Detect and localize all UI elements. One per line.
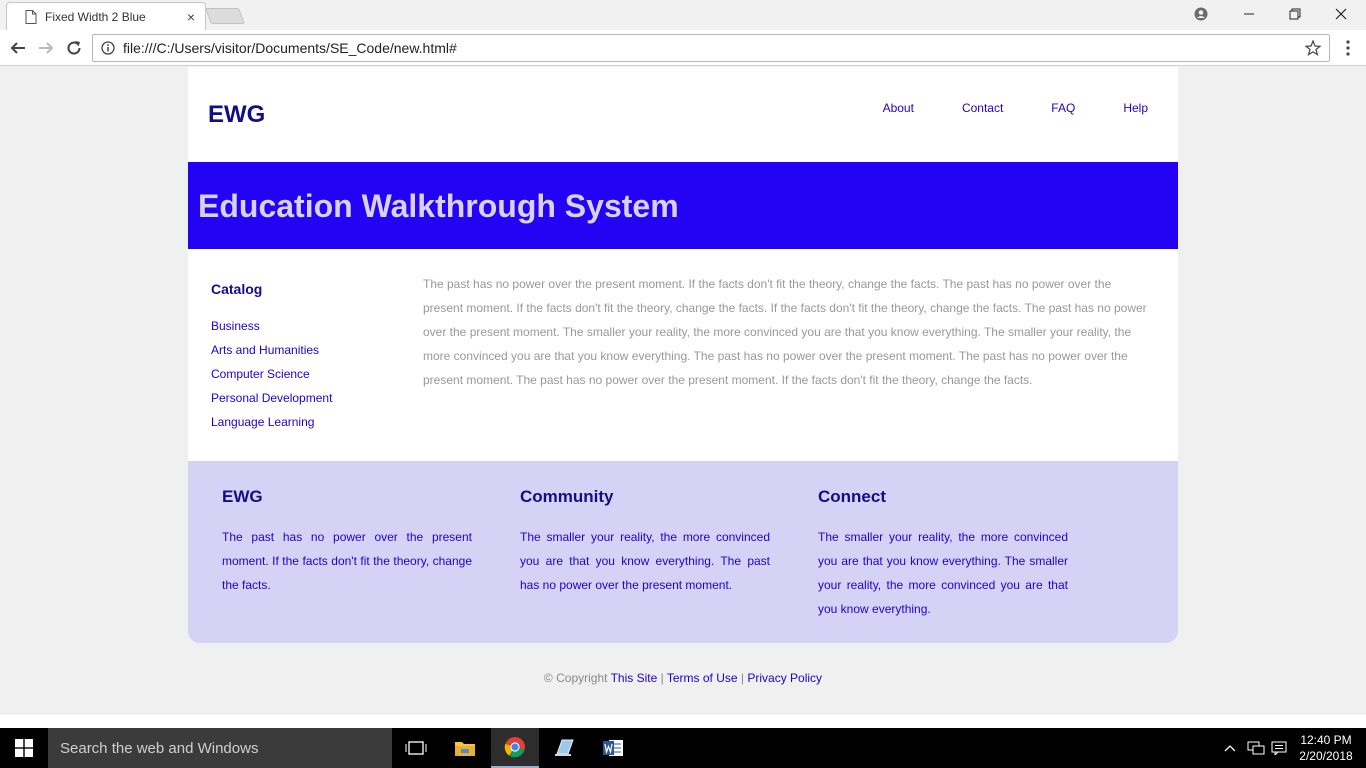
- footer-panel: EWG The past has no power over the prese…: [188, 461, 1178, 643]
- url-text: file:///C:/Users/visitor/Documents/SE_Co…: [123, 40, 457, 56]
- page-bottom-strip: [0, 715, 1366, 728]
- browser-tab[interactable]: Fixed Width 2 Blue ×: [6, 2, 206, 30]
- catalog-sidebar: Catalog Business Arts and Humanities Com…: [211, 281, 332, 434]
- catalog-heading: Catalog: [211, 281, 263, 297]
- windows-taskbar: Search the web and Windows 12:40 PM 2/20…: [0, 728, 1366, 768]
- menu-dots-icon[interactable]: [1340, 38, 1356, 58]
- chevron-up-icon[interactable]: [1220, 728, 1240, 768]
- footer-col-text: The smaller your reality, the more convi…: [520, 530, 770, 592]
- restore-icon[interactable]: [1272, 0, 1318, 28]
- footer-col-heading: EWG: [222, 487, 263, 506]
- clock-date: 2/20/2018: [1299, 749, 1353, 763]
- separator: |: [740, 671, 745, 685]
- copyright-prefix: © Copyright: [543, 671, 608, 685]
- main-paragraph: The past has no power over the present m…: [423, 277, 1147, 387]
- footer-col-ewg: EWG The past has no power over the prese…: [222, 487, 472, 597]
- footer-col-community: Community The smaller your reality, the …: [520, 487, 770, 597]
- tab-title: Fixed Width 2 Blue: [45, 9, 146, 24]
- task-view-icon[interactable]: [392, 728, 440, 768]
- browser-tab-bar: Fixed Width 2 Blue ×: [0, 0, 1366, 30]
- nav-help[interactable]: Help: [1123, 101, 1148, 115]
- privacy-link[interactable]: Privacy Policy: [747, 671, 822, 685]
- hero-banner: Education Walkthrough System: [188, 162, 1178, 249]
- catalog-item-arts[interactable]: Arts and Humanities: [211, 338, 332, 362]
- new-tab-button[interactable]: [205, 8, 245, 24]
- site-header: EWG About Contact FAQ Help: [188, 67, 1178, 162]
- catalog-item-business[interactable]: Business: [211, 314, 332, 338]
- bookmark-star-icon[interactable]: [1305, 40, 1321, 56]
- windows-start-icon[interactable]: [0, 728, 48, 768]
- banner-title: Education Walkthrough System: [198, 188, 679, 224]
- tab-close-icon[interactable]: ×: [187, 9, 195, 25]
- top-nav: About Contact FAQ Help: [835, 101, 1148, 115]
- footer-col-connect: Connect The smaller your reality, the mo…: [818, 487, 1068, 621]
- footer-col-heading: Community: [520, 487, 614, 506]
- system-clock[interactable]: 12:40 PM 2/20/2018: [1292, 732, 1360, 764]
- catalog-item-language-learning[interactable]: Language Learning: [211, 410, 332, 434]
- network-icon[interactable]: [1244, 728, 1268, 768]
- footer-col-heading: Connect: [818, 487, 886, 506]
- this-site-link[interactable]: This Site: [611, 671, 658, 685]
- close-window-icon[interactable]: [1318, 0, 1364, 28]
- notifications-icon[interactable]: [1268, 728, 1290, 768]
- catalog-item-computer-science[interactable]: Computer Science: [211, 362, 332, 386]
- site-logo[interactable]: EWG: [208, 101, 265, 129]
- nav-contact[interactable]: Contact: [962, 101, 1003, 115]
- footer-col-text: The past has no power over the present m…: [222, 530, 472, 592]
- page-viewport: EWG About Contact FAQ Help Education Wal…: [0, 67, 1366, 728]
- separator: |: [660, 671, 664, 685]
- copyright-line: © Copyright This Site | Terms of Use | P…: [0, 671, 1366, 685]
- clock-time: 12:40 PM: [1300, 733, 1352, 747]
- nav-faq[interactable]: FAQ: [1051, 101, 1075, 115]
- word-icon[interactable]: [589, 728, 637, 768]
- page-icon: [25, 9, 37, 24]
- back-arrow-icon[interactable]: [6, 36, 30, 60]
- file-explorer-icon[interactable]: [441, 728, 489, 768]
- profile-icon[interactable]: [1178, 0, 1224, 28]
- catalog-item-personal-development[interactable]: Personal Development: [211, 386, 332, 410]
- minimize-icon[interactable]: [1226, 0, 1272, 28]
- app-icon[interactable]: [540, 728, 588, 768]
- chrome-icon[interactable]: [491, 728, 539, 768]
- reload-icon[interactable]: [62, 36, 86, 60]
- address-bar[interactable]: file:///C:/Users/visitor/Documents/SE_Co…: [92, 34, 1330, 62]
- footer-col-text: The smaller your reality, the more convi…: [818, 530, 1068, 616]
- main-content: Catalog Business Arts and Humanities Com…: [188, 249, 1178, 461]
- page-container: EWG About Contact FAQ Help Education Wal…: [188, 67, 1178, 643]
- info-icon[interactable]: [101, 41, 115, 55]
- forward-arrow-icon[interactable]: [34, 36, 58, 60]
- terms-link[interactable]: Terms of Use: [667, 671, 738, 685]
- nav-about[interactable]: About: [883, 101, 914, 115]
- taskbar-search[interactable]: Search the web and Windows: [48, 728, 392, 768]
- browser-toolbar: file:///C:/Users/visitor/Documents/SE_Co…: [0, 30, 1366, 66]
